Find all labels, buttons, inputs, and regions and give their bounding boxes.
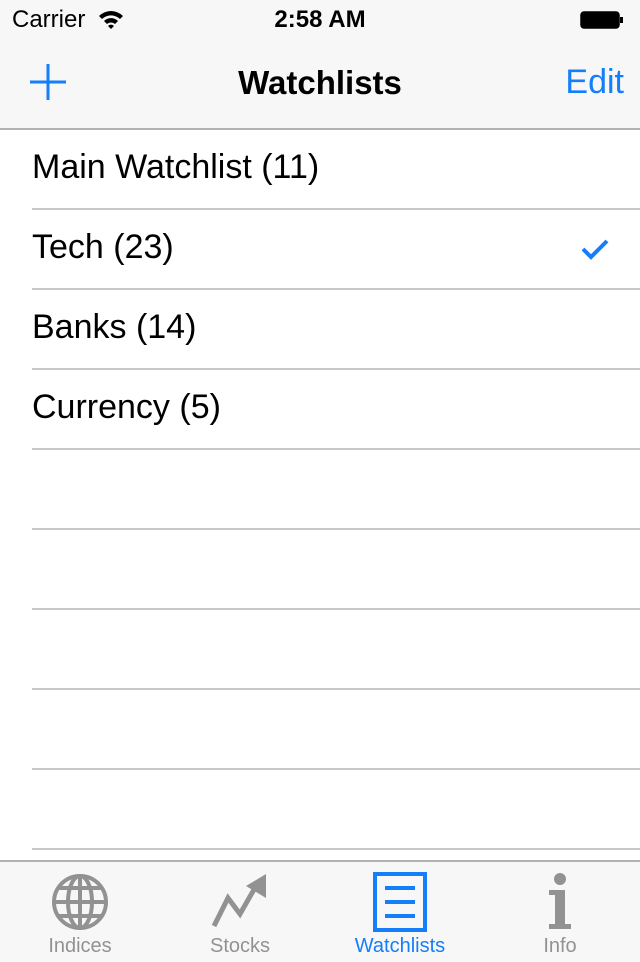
watchlist-row[interactable]: Banks (14) [32,290,640,370]
watchlist-name: Tech (23) [32,228,174,266]
trend-arrow-icon [211,874,266,928]
info-icon [549,873,571,929]
list-icon [373,872,427,932]
clock: 2:58 AM [274,6,366,33]
status-bar: Carrier 2:58 AM [0,0,640,40]
battery-icon [580,11,623,29]
watchlist-name: Main Watchlist (11) [32,148,320,186]
tab-label: Indices [48,935,112,957]
watchlist-row[interactable]: Tech (23) [32,210,640,290]
globe-icon [52,874,108,930]
navigation-bar: Watchlists Edit [0,40,640,130]
empty-row [32,610,640,690]
empty-row [32,770,640,850]
watchlist-row[interactable]: Currency (5) [32,370,640,450]
empty-row [32,690,640,770]
page-title: Watchlists [238,64,402,101]
empty-row [32,450,640,530]
tab-label: Stocks [209,935,271,957]
watchlist-table: Main Watchlist (11) Tech (23) Banks (14) Cu… [0,130,640,850]
tab-stocks[interactable]: Stocks [160,862,320,962]
checkmark-icon [581,239,609,260]
tab-label: Info [543,935,577,957]
tab-info[interactable]: Info [480,862,640,962]
tab-watchlists[interactable]: Watchlists [320,862,480,962]
tab-label: Watchlists [354,935,446,957]
watchlist-row[interactable]: Main Watchlist (11) [32,130,640,210]
edit-button[interactable]: Edit [565,63,624,102]
watchlist-name: Banks (14) [32,308,197,346]
empty-row [32,530,640,610]
tab-indices[interactable]: Indices [0,862,160,962]
watchlist-name: Currency (5) [32,388,221,426]
tab-bar: Indices Stocks Watchlists Info [0,860,640,962]
